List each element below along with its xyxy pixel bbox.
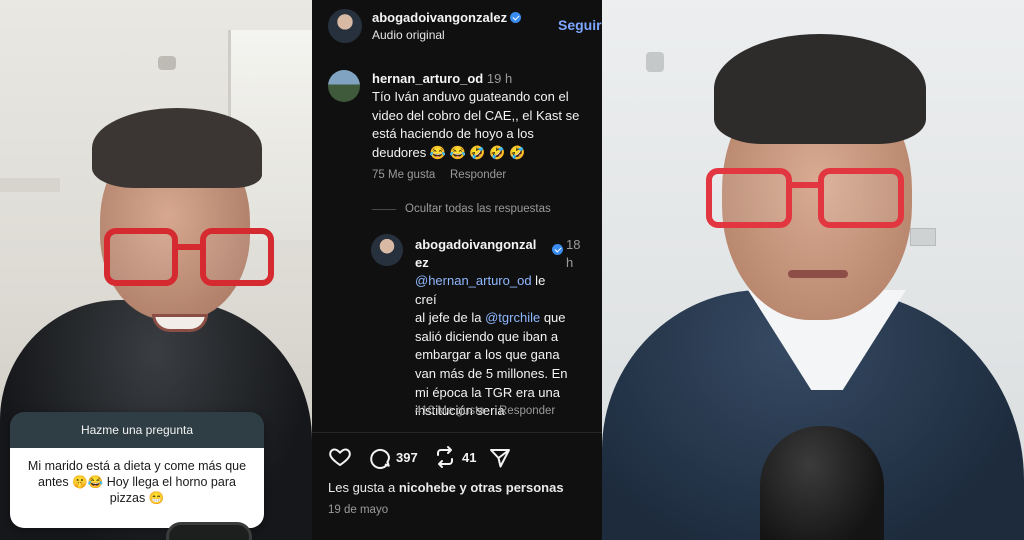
wall-camera xyxy=(646,52,664,72)
comment-reply-button[interactable]: Responder xyxy=(450,169,506,181)
reply-author-avatar[interactable] xyxy=(371,234,403,266)
reply-time-line2: h xyxy=(566,255,574,270)
microphone xyxy=(760,426,884,540)
mouth xyxy=(788,270,848,278)
likes-summary-prefix: Les gusta a xyxy=(328,480,399,495)
thread-connector xyxy=(372,209,396,210)
comment-author-name[interactable]: hernan_arturo_od xyxy=(372,71,483,86)
post-author-name[interactable]: abogadoivangonzalez xyxy=(372,10,507,25)
reply-reply-button[interactable]: Responder xyxy=(499,405,555,417)
reposts-count: 41 xyxy=(462,450,477,465)
reply-text-fragment: que xyxy=(540,310,566,326)
comment-text: Tío Iván anduvo guateando con el video d… xyxy=(372,88,579,162)
post-author-row: abogadoivangonzalez xyxy=(372,10,522,25)
red-glasses xyxy=(104,228,276,290)
divider xyxy=(312,432,602,433)
comment-likes[interactable]: 75 Me gusta xyxy=(372,169,435,181)
reply-text-fragment: le xyxy=(531,273,546,288)
comment-author-avatar[interactable] xyxy=(328,70,360,102)
reply-text-fragment: al jefe de la xyxy=(415,310,486,326)
comment-icon[interactable] xyxy=(368,445,392,469)
hide-replies-button[interactable]: Ocultar todas las respuestas xyxy=(405,203,551,215)
left-video-panel: Hazme una pregunta Mi marido está a diet… xyxy=(0,0,312,540)
comment-line: video del cobro del CAE,, el Kast se xyxy=(372,107,580,123)
audio-label[interactable]: Audio original xyxy=(372,28,445,42)
answer-line: antes 🤫😂 Hoy llega el horno para xyxy=(38,475,236,489)
verified-icon xyxy=(552,244,563,255)
verified-icon xyxy=(510,12,522,23)
answer-line: Mi marido está a dieta y come más que xyxy=(27,459,247,473)
comment-line: Tío Iván anduvo guateando con el xyxy=(372,89,569,104)
comments-count: 397 xyxy=(396,450,418,465)
reply-line: embargar a los que gana xyxy=(415,347,560,363)
question-sticker-header: Hazme una pregunta xyxy=(10,412,264,448)
mention-link[interactable]: @tgrchile xyxy=(485,310,540,325)
comment-time: 19 h xyxy=(486,71,513,86)
microphone xyxy=(166,522,252,540)
reply-line: mi época la TGR era una xyxy=(415,384,560,400)
reply-author-line1[interactable]: abogadoivangonzal xyxy=(415,237,536,252)
shelf xyxy=(0,178,60,192)
likes-summary[interactable]: Les gusta a nicohebe y otras personas xyxy=(328,480,564,495)
reply-line: van más de 5 millones. En xyxy=(415,365,568,381)
question-sticker-answer: Mi marido está a dieta y come más que an… xyxy=(10,448,264,528)
comment-header: hernan_arturo_od 19 h xyxy=(372,71,512,86)
red-glasses xyxy=(706,168,906,234)
comment-line: está haciendo de hoyo a los xyxy=(372,126,534,142)
wall-socket xyxy=(910,228,936,246)
answer-line: pizzas 😁 xyxy=(109,491,165,505)
repost-icon[interactable] xyxy=(433,445,457,469)
likes-summary-suffix: y otras personas xyxy=(455,480,564,495)
reply-text: @hernan_arturo_od le creí al jefe de la … xyxy=(415,272,567,421)
heart-icon[interactable] xyxy=(328,445,352,469)
person-hair xyxy=(92,108,262,188)
question-sticker: Hazme una pregunta Mi marido está a diet… xyxy=(10,412,264,528)
reply-likes[interactable]: 410 Me gusta xyxy=(415,405,485,417)
comment-line: deudores 😂 😂 🤣 🤣 🤣 xyxy=(372,144,526,160)
follow-button[interactable]: Seguir xyxy=(558,17,602,33)
wall-camera xyxy=(158,56,176,70)
reply-line: creí xyxy=(415,291,437,307)
mention-link[interactable]: @hernan_arturo_od xyxy=(415,273,532,288)
person-hair xyxy=(714,34,926,144)
likes-summary-user[interactable]: nicohebe xyxy=(399,480,456,495)
reply-author-line2[interactable]: ez xyxy=(415,255,429,270)
threads-post-panel: abogadoivangonzalez Audio original Segui… xyxy=(312,0,602,540)
post-author-avatar[interactable] xyxy=(328,9,362,43)
right-video-panel xyxy=(602,0,1024,540)
share-icon[interactable] xyxy=(488,446,512,470)
post-date: 19 de mayo xyxy=(328,504,389,516)
reply-time-line1: 18 xyxy=(566,237,581,252)
reply-line: salió diciendo que iban a xyxy=(415,328,559,344)
